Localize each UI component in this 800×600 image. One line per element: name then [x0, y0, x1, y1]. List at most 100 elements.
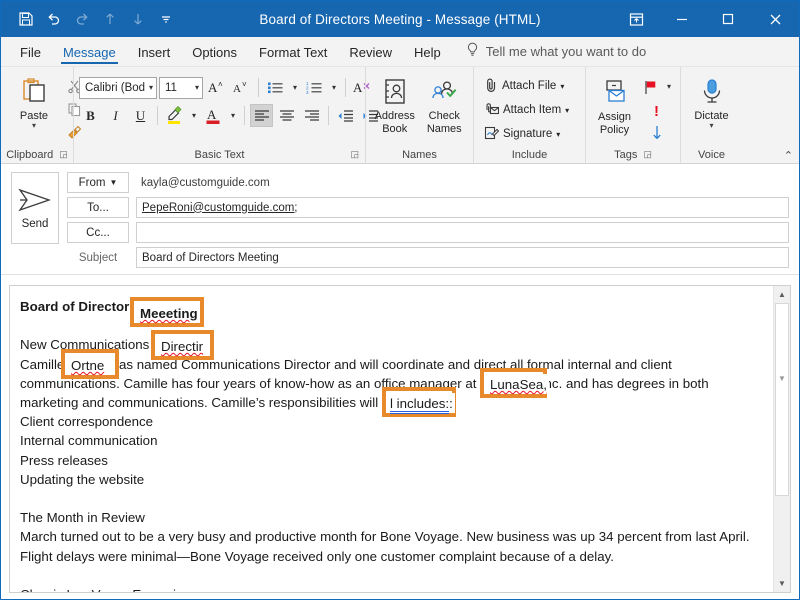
- font-size-combo[interactable]: 11 ▾: [159, 76, 203, 99]
- align-right-button[interactable]: [300, 104, 323, 127]
- attach-item-button[interactable]: Attach Item ▾: [481, 98, 572, 122]
- message-header: Send From ▼ kayla@customguide.com To... …: [1, 164, 799, 275]
- signature-button[interactable]: Signature ▾: [481, 122, 563, 146]
- tab-format-text[interactable]: Format Text: [248, 42, 338, 66]
- chevron-down-icon[interactable]: ▾: [560, 82, 564, 91]
- tags-dialog-launcher-icon[interactable]: ◲: [643, 150, 652, 159]
- maximize-icon[interactable]: [705, 1, 751, 37]
- from-button[interactable]: From ▼: [67, 172, 129, 193]
- save-icon[interactable]: [13, 6, 39, 32]
- tags-label-text: Tags: [614, 148, 638, 161]
- follow-up-chevron-down-icon[interactable]: ▾: [663, 82, 675, 91]
- body-month-heading: The Month in Review: [20, 510, 145, 526]
- chevron-down-icon[interactable]: ▾: [32, 121, 36, 129]
- font-name-value: Calibri (Bod: [85, 81, 145, 94]
- high-importance-icon[interactable]: !: [645, 98, 669, 121]
- annotation-text-directir: Directir: [159, 336, 206, 357]
- decrease-indent-button[interactable]: [334, 104, 357, 127]
- scroll-thumb[interactable]: [775, 303, 789, 497]
- body-para3-a: marketing and communications. Camille’s …: [20, 395, 373, 410]
- attach-file-button[interactable]: Attach File ▾: [481, 74, 567, 98]
- chevron-down-icon[interactable]: ▾: [145, 83, 153, 92]
- basic-text-dialog-launcher-icon[interactable]: ◲: [350, 150, 359, 159]
- close-icon[interactable]: [751, 1, 799, 37]
- previous-item-icon[interactable]: [97, 6, 123, 32]
- highlight-chevron-down-icon[interactable]: ▾: [188, 111, 200, 120]
- font-name-combo[interactable]: Calibri (Bod ▾: [79, 76, 157, 99]
- voice-label-text: Voice: [698, 148, 725, 161]
- svg-text:A: A: [233, 83, 241, 95]
- body-para1-a: Camille: [20, 356, 69, 372]
- to-input[interactable]: PepeRoni@customguide.com;: [136, 197, 789, 218]
- customize-quick-access-toolbar-icon[interactable]: [153, 6, 179, 32]
- message-body-area: Board of Directors Meeeting New Communic…: [9, 285, 791, 593]
- tab-file[interactable]: File: [9, 42, 52, 66]
- outlook-message-window: Board of Directors Meeting - Message (HT…: [0, 0, 800, 600]
- cc-input[interactable]: [136, 222, 789, 243]
- address-book-icon: [380, 74, 410, 110]
- chevron-down-icon[interactable]: ▾: [709, 121, 713, 129]
- chevron-down-icon[interactable]: ▾: [565, 106, 569, 115]
- chevron-down-icon[interactable]: ▼: [109, 178, 117, 187]
- redo-icon[interactable]: [69, 6, 95, 32]
- quick-access-toolbar: [1, 6, 179, 32]
- ribbon-tab-bar: File Message Insert Options Format Text …: [1, 37, 799, 67]
- scroll-up-arrow-icon[interactable]: ▲: [774, 286, 790, 303]
- to-label: To...: [87, 201, 109, 214]
- undo-icon[interactable]: [41, 6, 67, 32]
- tab-help[interactable]: Help: [403, 42, 452, 66]
- minimize-icon[interactable]: [659, 1, 705, 37]
- follow-up-flag-icon[interactable]: [639, 75, 663, 98]
- body-vertical-scrollbar[interactable]: ▲ ▼ ▼: [773, 286, 790, 592]
- dictate-button[interactable]: Dictate ▾: [687, 72, 737, 129]
- ribbon-display-options-icon[interactable]: [613, 1, 659, 37]
- bullets-button[interactable]: [264, 76, 287, 99]
- low-importance-icon[interactable]: [645, 121, 669, 144]
- align-left-button[interactable]: [250, 104, 273, 127]
- tab-review[interactable]: Review: [338, 42, 403, 66]
- address-book-button[interactable]: Address Book: [371, 72, 419, 135]
- cc-button[interactable]: Cc...: [67, 222, 129, 243]
- center-button[interactable]: [275, 104, 298, 127]
- ribbon: Paste ▾ Clipboard ◲ Calibri (Bod ▾ 11 ▾ …: [1, 67, 799, 164]
- from-value: kayla@customguide.com: [141, 176, 270, 189]
- divider: [328, 106, 329, 125]
- clipboard-dialog-launcher-icon[interactable]: ◲: [59, 150, 68, 159]
- chevron-down-icon[interactable]: ▾: [556, 130, 560, 139]
- group-label-clipboard: Clipboard ◲: [1, 146, 73, 163]
- tab-insert[interactable]: Insert: [127, 42, 182, 66]
- font-color-button[interactable]: A: [202, 104, 225, 127]
- header-fields: From ▼ kayla@customguide.com To... PepeR…: [67, 172, 789, 268]
- attach-item-label: Attach Item: [503, 104, 562, 116]
- ribbon-group-clipboard: Paste ▾ Clipboard ◲: [1, 67, 81, 163]
- next-item-icon[interactable]: [125, 6, 151, 32]
- shrink-font-button[interactable]: A ˅: [230, 76, 253, 99]
- assign-policy-icon: [600, 75, 630, 111]
- text-highlight-color-button[interactable]: [163, 104, 186, 127]
- bold-button[interactable]: B: [79, 104, 102, 127]
- scroll-down-arrow-icon[interactable]: ▼: [774, 575, 790, 592]
- message-body[interactable]: Board of Directors Meeeting New Communic…: [10, 286, 773, 592]
- tab-options[interactable]: Options: [181, 42, 248, 66]
- bullets-chevron-down-icon[interactable]: ▾: [289, 83, 301, 92]
- collapse-ribbon-button[interactable]: ⌃: [784, 149, 793, 162]
- italic-button[interactable]: I: [104, 104, 127, 127]
- chevron-down-icon[interactable]: ▾: [191, 83, 199, 92]
- scroll-track[interactable]: ▼: [774, 303, 790, 575]
- numbering-button[interactable]: 123: [303, 76, 326, 99]
- numbering-chevron-down-icon[interactable]: ▾: [328, 83, 340, 92]
- font-color-chevron-down-icon[interactable]: ▾: [227, 111, 239, 120]
- tell-me-search[interactable]: Tell me what you want to do: [452, 39, 656, 66]
- grow-font-button[interactable]: A ˄: [205, 76, 228, 99]
- send-button[interactable]: Send: [11, 172, 59, 244]
- underline-button[interactable]: U: [129, 104, 152, 127]
- send-arrow-icon: [18, 187, 52, 216]
- subject-input[interactable]: Board of Directors Meeting: [136, 247, 789, 268]
- assign-policy-button[interactable]: Assign Policy: [591, 73, 638, 136]
- svg-text:!: !: [654, 103, 659, 118]
- to-button[interactable]: To...: [67, 197, 129, 218]
- tab-message[interactable]: Message: [52, 42, 127, 66]
- tell-me-label: Tell me what you want to do: [485, 43, 647, 59]
- check-names-button[interactable]: Check Names: [421, 72, 469, 135]
- paste-button[interactable]: Paste ▾: [6, 72, 62, 129]
